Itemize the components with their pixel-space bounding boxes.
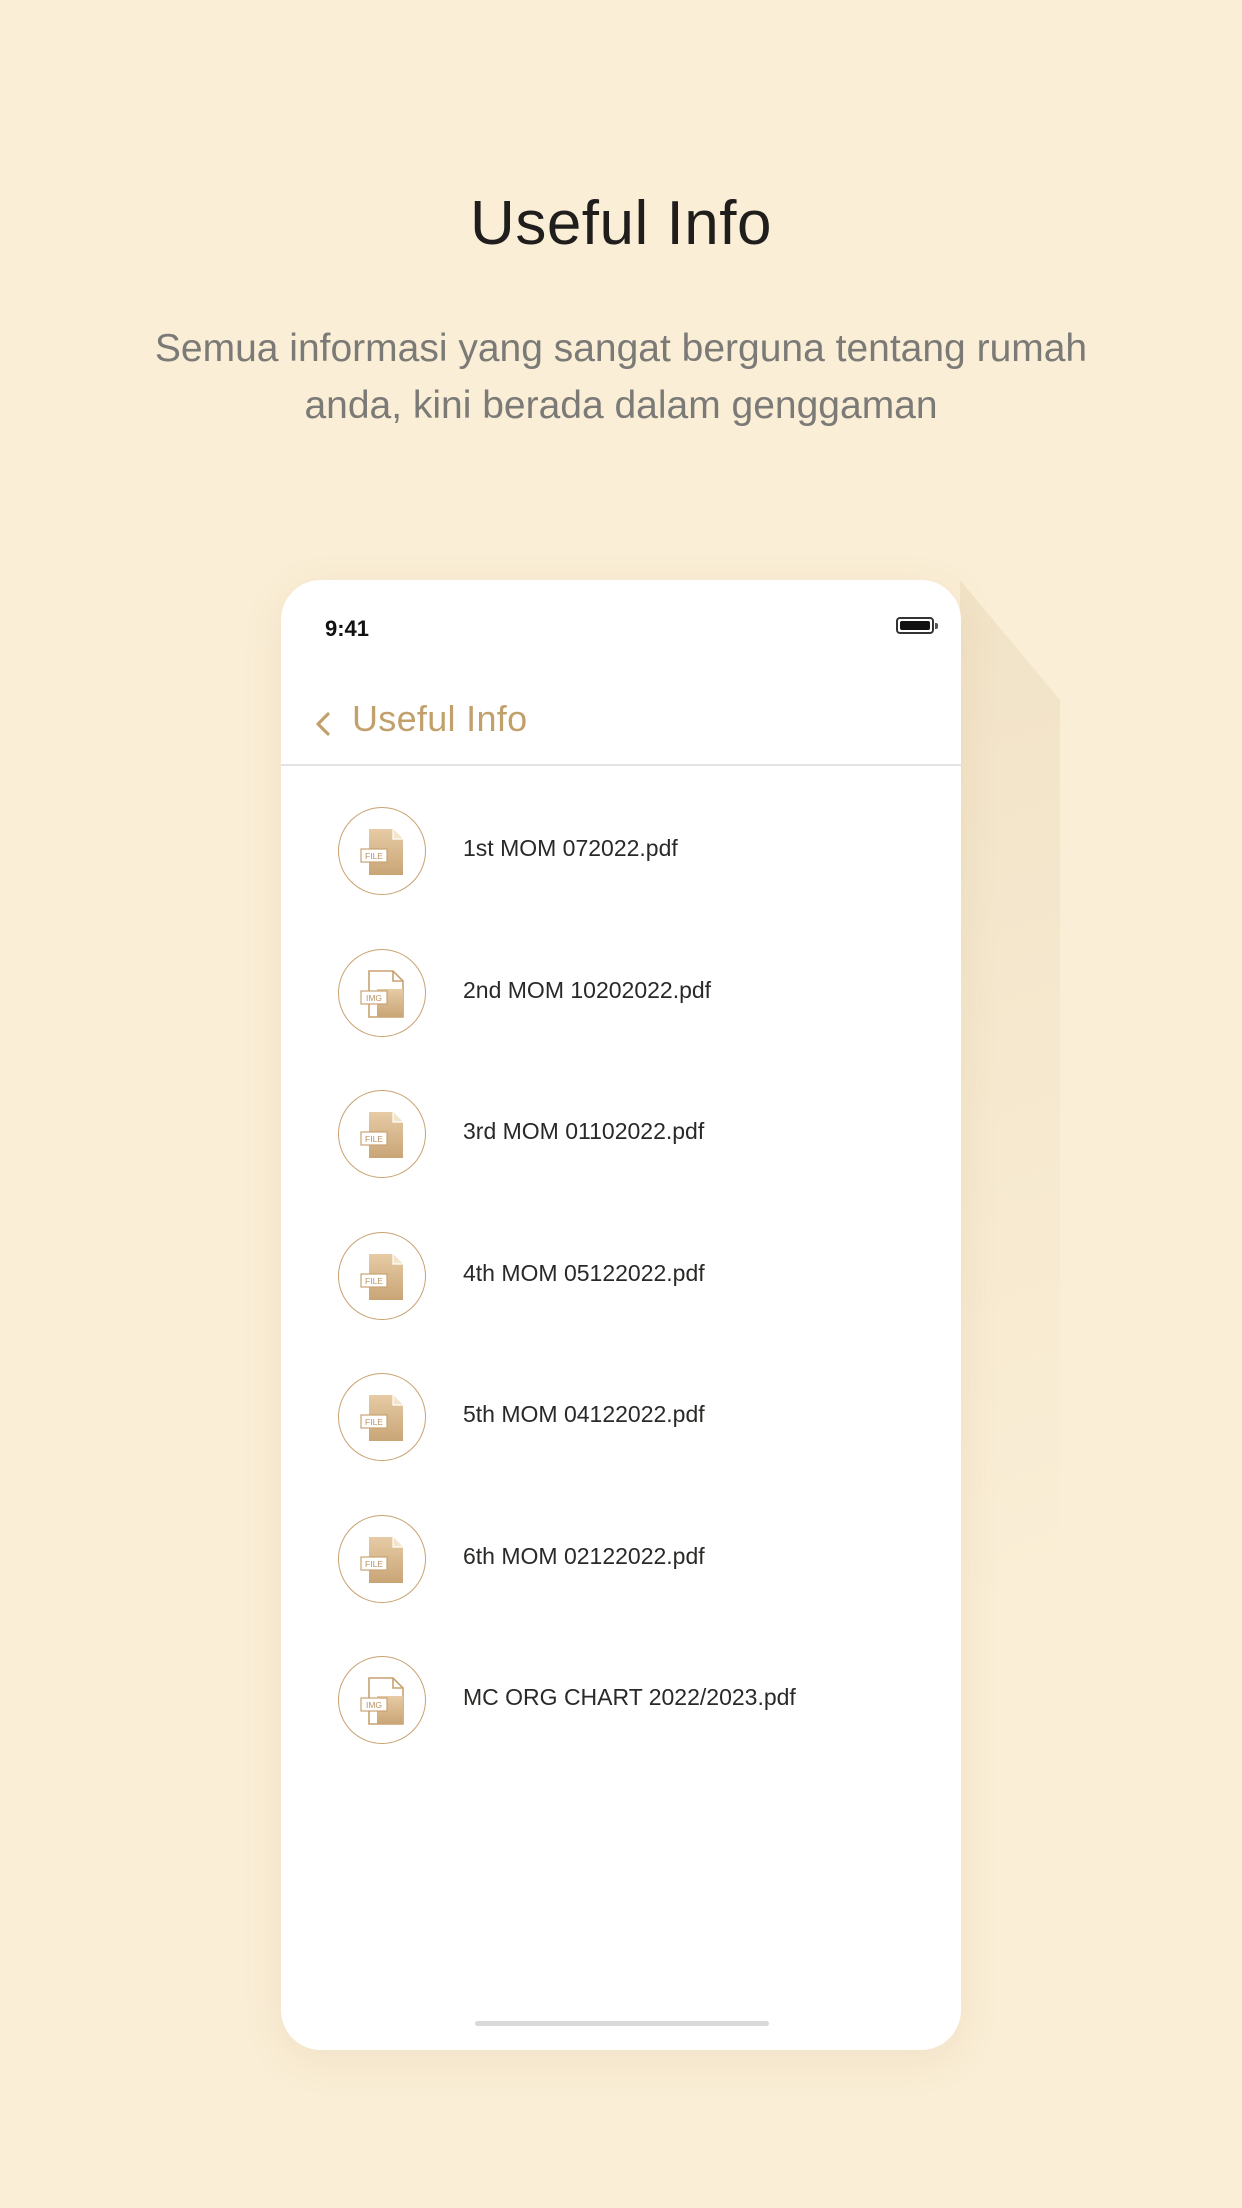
file-list-item[interactable]: FILE 4th MOM 05122022.pdf <box>281 1230 961 1372</box>
home-indicator[interactable] <box>475 2021 769 2026</box>
file-name: 5th MOM 04122022.pdf <box>463 1401 705 1427</box>
file-list-item[interactable]: IMG 2nd MOM 10202022.pdf <box>281 947 961 1089</box>
battery-icon <box>896 617 938 634</box>
file-name: 4th MOM 05122022.pdf <box>463 1259 705 1286</box>
image-file-icon: IMG <box>338 948 426 1037</box>
file-icon: FILE <box>338 1090 426 1178</box>
file-type-label: FILE <box>365 1417 383 1427</box>
image-file-icon: IMG <box>338 1656 426 1744</box>
file-list: FILE 1st MOM 072022.pdf IMG 2nd MOM 102020… <box>281 805 961 1796</box>
chevron-left-icon <box>316 712 330 736</box>
file-list-item[interactable]: FILE 3rd MOM 01102022.pdf <box>281 1088 961 1230</box>
file-name: 1st MOM 072022.pdf <box>463 835 678 861</box>
status-bar: 9:41 <box>281 580 961 680</box>
file-list-item[interactable]: FILE 1st MOM 072022.pdf <box>281 805 961 947</box>
file-name: 2nd MOM 10202022.pdf <box>463 976 712 1003</box>
promo-subtitle: Semua informasi yang sangat berguna tent… <box>154 327 1088 427</box>
file-icon: FILE <box>338 1373 426 1461</box>
file-name: 6th MOM 02122022.pdf <box>463 1542 705 1569</box>
phone-screen: 9:41 Useful Info FILE 1st MOM 072022.pdf <box>281 580 961 2050</box>
file-type-label: FILE <box>365 851 383 861</box>
file-type-label: FILE <box>365 1559 383 1569</box>
back-button[interactable] <box>303 702 347 746</box>
file-list-item[interactable]: FILE 6th MOM 02122022.pdf <box>281 1513 961 1655</box>
file-type-label: FILE <box>365 1276 383 1286</box>
file-list-item[interactable]: FILE 5th MOM 04122022.pdf <box>281 1371 961 1513</box>
nav-title: Useful Info <box>352 698 528 739</box>
status-time: 9:41 <box>325 616 370 641</box>
nav-bar: Useful Info <box>281 680 961 766</box>
file-icon: FILE <box>338 807 426 895</box>
file-icon: FILE <box>338 1231 426 1320</box>
file-icon: FILE <box>338 1514 426 1603</box>
file-type-label: IMG <box>366 1700 382 1710</box>
file-list-item[interactable]: IMG MC ORG CHART 2022/2023.pdf <box>281 1654 961 1796</box>
file-type-label: FILE <box>365 1134 383 1144</box>
file-name: 3rd MOM 01102022.pdf <box>463 1118 705 1144</box>
file-type-label: IMG <box>366 993 382 1003</box>
file-name: MC ORG CHART 2022/2023.pdf <box>463 1684 796 1710</box>
promo-title: Useful Info <box>470 189 772 258</box>
